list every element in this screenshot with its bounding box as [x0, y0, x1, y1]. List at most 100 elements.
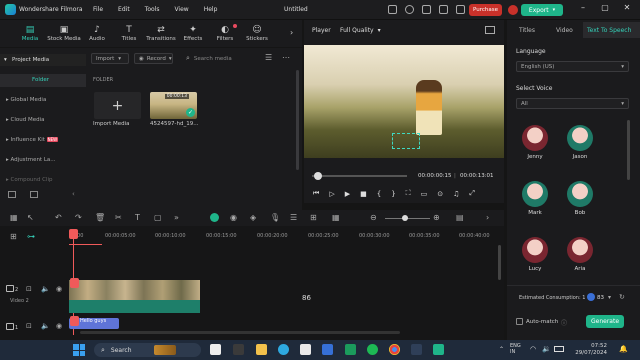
record-dropdown[interactable]: ◉ Record ▾ — [134, 53, 173, 64]
more-icon[interactable]: ⋯ — [282, 53, 290, 62]
media-scrollbar[interactable] — [296, 70, 299, 170]
volume-icon[interactable]: ♫ — [453, 190, 459, 198]
app-icon[interactable] — [345, 344, 356, 355]
zoom-in-icon[interactable]: ⊕ — [433, 213, 440, 222]
redo-icon[interactable]: ↷ — [75, 213, 82, 222]
fullscreen-icon[interactable]: ⛶ — [406, 189, 411, 198]
minimize-icon[interactable]: – — [572, 3, 594, 12]
tab-video-panel[interactable]: Video — [556, 27, 573, 34]
import-folder-icon[interactable] — [30, 191, 38, 198]
layout-icon[interactable]: ▦ — [10, 213, 18, 222]
snap-icon[interactable]: ⊞ — [310, 213, 317, 222]
tab-stock-media[interactable]: ▣ Stock Media — [45, 20, 83, 47]
playhead-handle[interactable] — [69, 229, 78, 239]
tray-chevron-icon[interactable]: ⌃ — [499, 346, 504, 353]
tab-media[interactable]: ▤ Media — [13, 20, 47, 47]
add-track-icon[interactable]: ⊞ — [10, 232, 17, 241]
grid-icon[interactable] — [456, 5, 465, 14]
text-tool-icon[interactable]: T — [135, 213, 140, 222]
shield-icon[interactable]: ◈ — [250, 213, 256, 222]
collapse-icon[interactable]: ‹ — [72, 190, 75, 198]
eye-icon[interactable]: ◉ — [56, 285, 62, 293]
battery-icon[interactable] — [554, 346, 564, 352]
sidebar-item-adjustment-layer[interactable]: ▸ Adjustment La... — [6, 157, 56, 163]
mic-icon[interactable]: 🎙 — [270, 213, 280, 222]
maximize-icon[interactable]: ▢ — [594, 3, 616, 12]
volume-icon[interactable]: 🔉 — [542, 345, 551, 353]
search-box[interactable]: ⌕ Search media — [186, 53, 256, 64]
voice-avatar-aria[interactable] — [567, 237, 593, 263]
undo-icon[interactable]: ↶ — [55, 213, 62, 222]
stop-icon[interactable]: ■ — [360, 190, 367, 198]
menu-tools[interactable]: Tools — [145, 6, 160, 13]
refresh-icon[interactable]: ↻ — [619, 293, 625, 301]
cut-icon[interactable]: ✂ — [115, 213, 122, 222]
purchase-button[interactable]: Purchase — [469, 4, 502, 16]
quality-dropdown[interactable]: Full Quality ▾ — [340, 27, 381, 34]
playback-progress-track[interactable] — [312, 175, 407, 177]
menu-file[interactable]: File — [93, 6, 103, 13]
task-view-icon[interactable] — [210, 344, 221, 355]
tab-titles[interactable]: T Titles — [112, 20, 146, 47]
prev-frame-icon[interactable]: ⏮ — [313, 189, 319, 198]
chrome-icon[interactable] — [389, 344, 400, 355]
camera-icon[interactable]: ⊙ — [437, 190, 443, 198]
mail-icon[interactable] — [322, 344, 333, 355]
sidebar-item-global-media[interactable]: ▸ Global Media — [6, 97, 46, 103]
import-media-tile[interactable]: + — [94, 92, 141, 119]
grid-view-icon[interactable]: ▦ — [332, 213, 340, 222]
language-dropdown[interactable]: English (US) ▾ — [516, 61, 629, 72]
taskbar-search[interactable]: ⌕ Search — [94, 343, 201, 357]
store-icon[interactable] — [300, 344, 311, 355]
info-icon[interactable]: ⓘ — [561, 318, 567, 327]
spotify-icon[interactable] — [367, 344, 378, 355]
link-icon[interactable]: ⊶ — [27, 232, 35, 241]
select-icon[interactable]: ↖ — [27, 213, 34, 222]
timeline-hscroll[interactable] — [80, 331, 400, 334]
windows-start-icon[interactable] — [73, 344, 85, 356]
app2-icon[interactable] — [411, 344, 422, 355]
wifi-icon[interactable]: ◠ — [530, 345, 536, 353]
language-indicator[interactable]: ENG IN — [510, 343, 521, 355]
filmora-taskbar-icon[interactable] — [433, 344, 444, 355]
clock[interactable]: 07:52 29/07/2024 — [575, 343, 607, 357]
sidebar-item-cloud-media[interactable]: ▸ Cloud Media — [6, 117, 45, 123]
lock-icon[interactable]: ⊡ — [26, 285, 32, 293]
chevron-right-icon[interactable]: › — [486, 213, 489, 222]
voice-avatar-jenny[interactable] — [522, 125, 548, 151]
video-clip[interactable] — [69, 280, 200, 300]
tab-audio[interactable]: ♪ Audio — [80, 20, 114, 47]
cloud-icon[interactable] — [422, 5, 431, 14]
timeline-menu-icon[interactable]: ▤ — [456, 213, 464, 222]
user-icon[interactable] — [405, 5, 414, 14]
expand-icon[interactable]: ⤢ — [469, 189, 475, 198]
export-button[interactable]: Export ▾ — [521, 4, 563, 16]
tab-transitions[interactable]: ⇄ Transitions — [143, 20, 179, 47]
save-icon[interactable] — [439, 5, 448, 14]
zoom-out-icon[interactable]: ⊖ — [370, 213, 377, 222]
voice-avatar-lucy[interactable] — [522, 237, 548, 263]
eye-icon[interactable]: ◉ — [56, 322, 62, 330]
timeline-ruler[interactable]: 00:00 00:00:05:00 00:00:10:00 00:00:15:0… — [65, 229, 505, 245]
snapshot-icon[interactable] — [485, 26, 495, 34]
tab-stickers[interactable]: ☺ Stickers — [240, 20, 274, 47]
ai-icon[interactable] — [210, 213, 219, 222]
tab-text-to-speech[interactable]: Text To Speech — [587, 27, 631, 34]
display-icon[interactable]: ▭ — [421, 190, 428, 198]
import-dropdown[interactable]: Import ▾ — [91, 53, 129, 64]
lock-icon[interactable]: ⊡ — [26, 322, 32, 330]
voice-avatar-bob[interactable] — [567, 181, 593, 207]
mark-in-icon[interactable]: { — [377, 190, 381, 198]
tab-filters[interactable]: ◐ Filters — [208, 20, 242, 47]
dock-icon[interactable] — [388, 5, 397, 14]
notification-icon[interactable] — [508, 5, 518, 15]
menu-edit[interactable]: Edit — [118, 6, 130, 13]
voice-avatar-mark[interactable] — [522, 181, 548, 207]
sidebar-item-compound-clip[interactable]: ▸ Compound Clip — [6, 177, 53, 183]
edge-icon[interactable] — [278, 344, 289, 355]
automatch-checkbox[interactable] — [516, 318, 523, 325]
chevron-right-icon[interactable]: › — [290, 28, 293, 37]
generate-button[interactable]: Generate — [586, 315, 624, 328]
speaker-icon[interactable]: 🔈 — [41, 285, 50, 293]
notifications-icon[interactable]: 🔔 — [619, 345, 628, 353]
